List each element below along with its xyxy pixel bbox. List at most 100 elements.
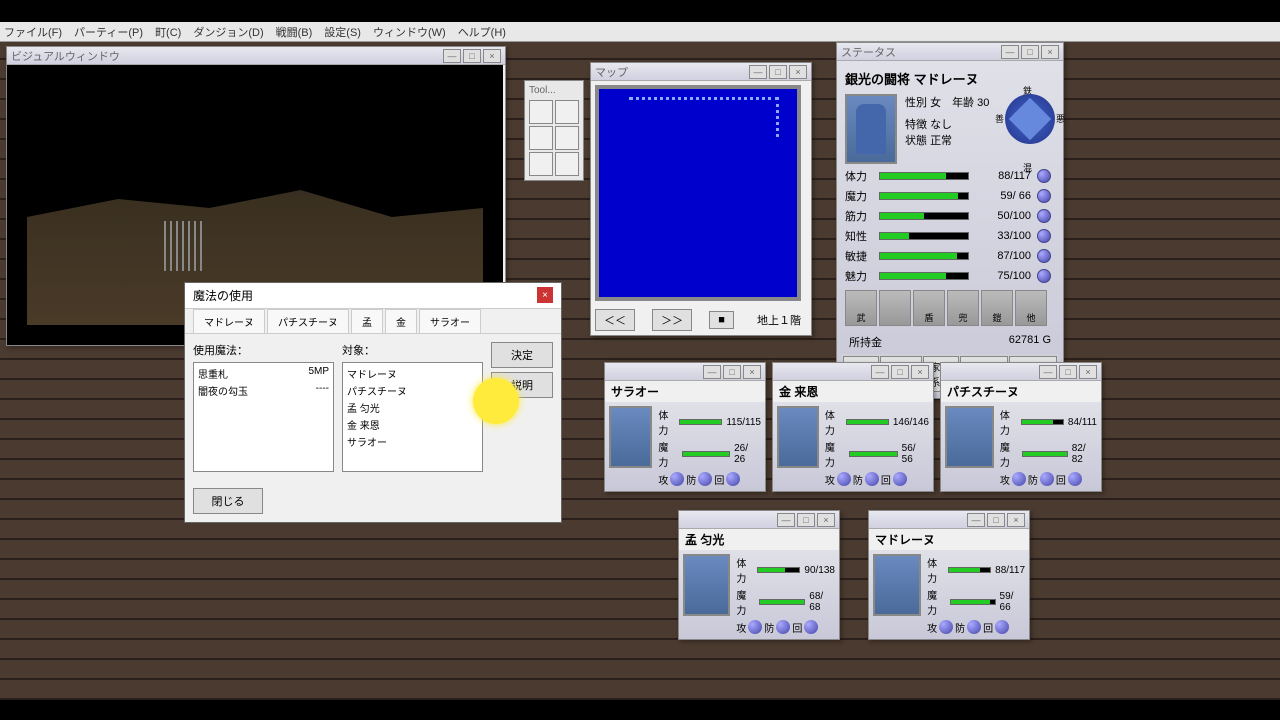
tool-1[interactable]	[529, 100, 553, 124]
map-next-button[interactable]: ＞＞	[652, 309, 692, 331]
maximize-icon[interactable]: □	[723, 365, 741, 379]
tool-3[interactable]	[529, 126, 553, 150]
def-orb-icon[interactable]	[776, 620, 790, 634]
status-window: ステータス — □ × 銀光の闘将 マドレーヌ 性別 女 年齢 30 特徴 なし…	[836, 42, 1064, 399]
equip-slot[interactable]: 鎧	[981, 290, 1013, 326]
stat-orb-icon[interactable]	[1037, 169, 1051, 183]
stat-orb-icon[interactable]	[1037, 269, 1051, 283]
minimize-icon[interactable]: —	[703, 365, 721, 379]
spell-list[interactable]: 思重札5MP闇夜の勾玉----	[193, 362, 334, 472]
magic-tab[interactable]: 金	[385, 309, 417, 333]
target-item[interactable]: パチスチーヌ	[345, 382, 480, 399]
atk-label: 攻	[1000, 472, 1010, 487]
gold-label: 所持金	[849, 334, 882, 350]
maximize-icon[interactable]: □	[1059, 365, 1077, 379]
menu-town[interactable]: 町(C)	[155, 24, 181, 40]
rec-orb-icon[interactable]	[726, 472, 740, 486]
equip-slot[interactable]: 武	[845, 290, 877, 326]
close-icon[interactable]: ×	[483, 49, 501, 63]
atk-orb-icon[interactable]	[748, 620, 762, 634]
menu-battle[interactable]: 戦闘(B)	[276, 24, 313, 40]
atk-orb-icon[interactable]	[670, 472, 684, 486]
tool-2[interactable]	[555, 100, 579, 124]
stat-bar	[879, 232, 969, 240]
tool-5[interactable]	[529, 152, 553, 176]
rec-label: 回	[983, 620, 993, 635]
def-orb-icon[interactable]	[1040, 472, 1054, 486]
close-icon[interactable]: ×	[537, 287, 553, 303]
equip-slot[interactable]: 兜	[947, 290, 979, 326]
magic-tab[interactable]: マドレーヌ	[193, 309, 265, 333]
equip-slot[interactable]: 他	[1015, 290, 1047, 326]
maximize-icon[interactable]: □	[797, 513, 815, 527]
close-icon[interactable]: ×	[817, 513, 835, 527]
atk-orb-icon[interactable]	[939, 620, 953, 634]
minimize-icon[interactable]: —	[1001, 45, 1019, 59]
target-item[interactable]: 孟 匀光	[345, 399, 480, 416]
map-viewport[interactable]	[595, 85, 801, 301]
map-current-button[interactable]: ■	[709, 311, 734, 329]
close-icon[interactable]: ×	[1041, 45, 1059, 59]
target-item[interactable]: 金 来恩	[345, 416, 480, 433]
maximize-icon[interactable]: □	[987, 513, 1005, 527]
stat-bar	[879, 192, 969, 200]
maximize-icon[interactable]: □	[769, 65, 787, 79]
close-icon[interactable]: ×	[789, 65, 807, 79]
tool-6[interactable]	[555, 152, 579, 176]
spell-item[interactable]: 闇夜の勾玉----	[196, 382, 331, 399]
minimize-icon[interactable]: —	[967, 513, 985, 527]
equip-slot[interactable]	[879, 290, 911, 326]
age-value: 30	[977, 97, 989, 109]
target-label: 対象：	[342, 342, 483, 358]
magic-title: 魔法の使用	[193, 287, 253, 304]
menu-party[interactable]: パーティー(P)	[74, 24, 143, 40]
axis-e: 悪	[1056, 112, 1065, 125]
stat-bar	[879, 172, 969, 180]
magic-tab[interactable]: パチスチーヌ	[267, 309, 349, 333]
spell-label: 使用魔法：	[193, 342, 334, 358]
maximize-icon[interactable]: □	[463, 49, 481, 63]
rec-orb-icon[interactable]	[1068, 472, 1082, 486]
rec-orb-icon[interactable]	[893, 472, 907, 486]
party-portrait	[683, 554, 730, 616]
menu-settings[interactable]: 設定(S)	[324, 24, 361, 40]
close-icon[interactable]: ×	[911, 365, 929, 379]
menu-window[interactable]: ウィンドウ(W)	[373, 24, 446, 40]
def-orb-icon[interactable]	[967, 620, 981, 634]
target-item[interactable]: サラオー	[345, 433, 480, 450]
party-member-window: —□× マドレーヌ 体力88/117 魔力59/ 66 攻防回	[868, 510, 1030, 640]
map-prev-button[interactable]: ＜＜	[595, 309, 635, 331]
tool-4[interactable]	[555, 126, 579, 150]
magic-tab[interactable]: 孟	[351, 309, 383, 333]
magic-tab[interactable]: サラオー	[419, 309, 481, 333]
minimize-icon[interactable]: —	[871, 365, 889, 379]
target-item[interactable]: マドレーヌ	[345, 365, 480, 382]
rec-orb-icon[interactable]	[995, 620, 1009, 634]
close-icon[interactable]: ×	[743, 365, 761, 379]
atk-orb-icon[interactable]	[837, 472, 851, 486]
equip-slot[interactable]: 盾	[913, 290, 945, 326]
atk-orb-icon[interactable]	[1012, 472, 1026, 486]
maximize-icon[interactable]: □	[891, 365, 909, 379]
def-orb-icon[interactable]	[698, 472, 712, 486]
close-icon[interactable]: ×	[1007, 513, 1025, 527]
target-list[interactable]: マドレーヌパチスチーヌ孟 匀光金 来恩サラオー	[342, 362, 483, 472]
rec-orb-icon[interactable]	[804, 620, 818, 634]
decide-button[interactable]: 決定	[491, 342, 553, 368]
stat-orb-icon[interactable]	[1037, 209, 1051, 223]
minimize-icon[interactable]: —	[443, 49, 461, 63]
menu-help[interactable]: ヘルプ(H)	[458, 24, 506, 40]
menu-dungeon[interactable]: ダンジョン(D)	[193, 24, 263, 40]
minimize-icon[interactable]: —	[777, 513, 795, 527]
stat-orb-icon[interactable]	[1037, 229, 1051, 243]
close-button[interactable]: 閉じる	[193, 488, 263, 514]
spell-item[interactable]: 思重札5MP	[196, 365, 331, 382]
minimize-icon[interactable]: —	[1039, 365, 1057, 379]
stat-orb-icon[interactable]	[1037, 189, 1051, 203]
minimize-icon[interactable]: —	[749, 65, 767, 79]
close-icon[interactable]: ×	[1079, 365, 1097, 379]
def-orb-icon[interactable]	[865, 472, 879, 486]
menu-file[interactable]: ファイル(F)	[4, 24, 62, 40]
stat-orb-icon[interactable]	[1037, 249, 1051, 263]
maximize-icon[interactable]: □	[1021, 45, 1039, 59]
